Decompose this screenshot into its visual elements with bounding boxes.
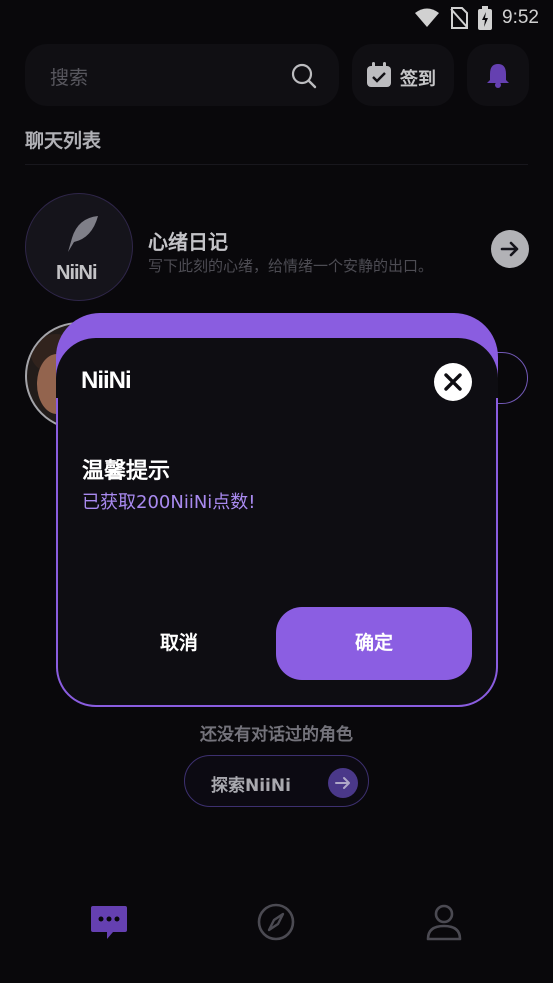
modal-logo: NiiNi [81, 367, 132, 394]
close-icon [444, 373, 462, 391]
confirm-button[interactable]: 确定 [276, 607, 472, 680]
cancel-button[interactable]: 取消 [82, 607, 276, 680]
modal-title: 温馨提示 [82, 459, 171, 484]
close-button[interactable] [434, 363, 472, 401]
modal-message: 已获取200NiiNi点数! [82, 492, 256, 513]
